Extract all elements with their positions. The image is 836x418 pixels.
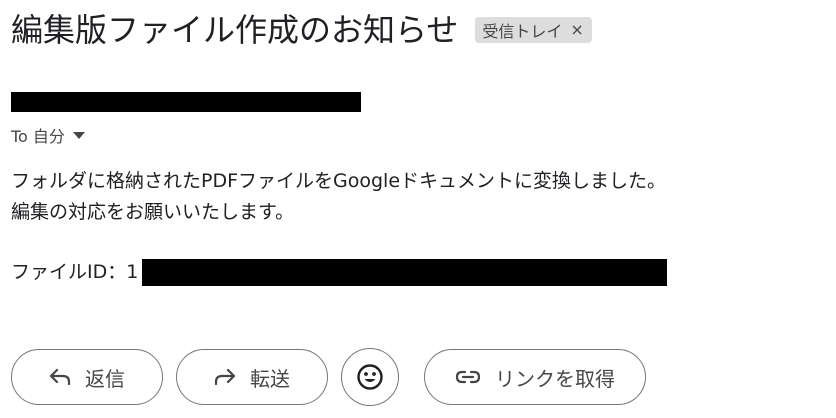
email-subject: 編集版ファイル作成のお知らせ	[11, 11, 459, 49]
body-line: 編集の対応をお願いいたします。	[11, 201, 295, 223]
file-id-label: ファイルID：1	[11, 261, 139, 283]
reply-arrow-icon	[49, 368, 71, 386]
remove-label-icon[interactable]: ×	[570, 22, 583, 38]
emoji-reaction-button[interactable]	[341, 348, 399, 406]
smiley-icon	[356, 363, 384, 391]
reply-button[interactable]: 返信	[11, 349, 163, 405]
subject-row: 編集版ファイル作成のお知らせ 受信トレイ ×	[11, 8, 592, 52]
recipient-details-toggle[interactable]: To 自分	[11, 123, 85, 147]
link-icon	[455, 369, 481, 385]
email-view: 編集版ファイル作成のお知らせ 受信トレイ × To 自分 フォルダに格納されたP…	[0, 0, 836, 418]
email-body: フォルダに格納されたPDFファイルをGoogleドキュメントに変換しました。 編…	[11, 166, 666, 228]
file-id-redacted	[142, 259, 667, 286]
get-link-label: リンクを取得	[495, 366, 615, 391]
forward-button[interactable]: 転送	[176, 349, 328, 405]
forward-label: 転送	[250, 366, 290, 391]
sender-name-redacted	[11, 92, 361, 112]
forward-arrow-icon	[214, 368, 236, 386]
caret-down-icon	[72, 131, 85, 139]
get-link-button[interactable]: リンクを取得	[424, 349, 646, 405]
reply-label: 返信	[85, 366, 125, 391]
body-line: フォルダに格納されたPDFファイルをGoogleドキュメントに変換しました。	[11, 170, 667, 192]
label-chip-text: 受信トレイ	[482, 22, 563, 41]
inbox-label-chip[interactable]: 受信トレイ ×	[475, 17, 592, 43]
recipient-text: To 自分	[11, 127, 65, 146]
file-id-row: ファイルID：1	[11, 257, 138, 284]
